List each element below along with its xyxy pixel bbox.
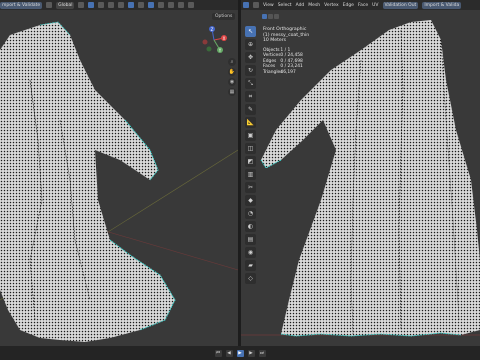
- knife-icon: ✂: [247, 184, 254, 191]
- cursor-icon: ⊕: [247, 41, 254, 48]
- jump-start-icon[interactable]: ⏮: [214, 349, 222, 357]
- rotate-icon: ↻: [247, 67, 254, 74]
- grid-icon[interactable]: ▦: [228, 88, 236, 96]
- statistics-overlay: Objects 1 / 1 Vertices 0 / 24,458 Edges …: [263, 48, 303, 75]
- select-mode-vertex-icon[interactable]: [262, 14, 267, 19]
- viewport-nav-buttons: ⌕ ✋ ◉ ▦: [228, 58, 236, 96]
- inset-icon: ◫: [247, 145, 254, 152]
- play-icon[interactable]: ▶: [236, 349, 244, 357]
- poly-build-tool[interactable]: ◆: [245, 195, 256, 206]
- viewport-info-text: Front Orthographic (1) messy_coat_thin 1…: [263, 27, 309, 44]
- prev-keyframe-icon[interactable]: ◀: [225, 349, 233, 357]
- transform-tool[interactable]: ⌗: [245, 91, 256, 102]
- tool-shelf: ↖ ⊕ ✥ ↻ ⤡ ⌗ ✎ 📐 ▣ ◫ ◩ ▥ ✂ ◆ ◔ ◐ ▤ ◉ ▰ ◇: [245, 26, 256, 284]
- stat-row: Triangles 46,197: [263, 69, 296, 75]
- extrude-icon: ▣: [247, 132, 254, 139]
- smooth-icon: ◐: [247, 223, 254, 230]
- measure-tool[interactable]: 📐: [245, 117, 256, 128]
- svg-text:Y: Y: [218, 48, 222, 53]
- playback-controls: ⏮ ◀ ▶ ▶ ⏭: [0, 346, 480, 360]
- bevel-icon: ◩: [247, 158, 254, 165]
- cursor-tool[interactable]: ⊕: [245, 39, 256, 50]
- loop-cut-icon: ▥: [247, 171, 254, 178]
- loop-cut-tool[interactable]: ▥: [245, 169, 256, 180]
- scale-icon: ⤡: [248, 80, 253, 87]
- left-3d-viewport[interactable]: mport & Validate Global X Z Y ⌕ ✋ ◉ ▦ Op…: [0, 0, 238, 346]
- annotate-tool[interactable]: ✎: [245, 104, 256, 115]
- zoom-icon[interactable]: ⌕: [228, 58, 236, 66]
- jump-end-icon[interactable]: ⏭: [258, 349, 266, 357]
- shrink-fatten-icon: ◉: [247, 249, 254, 256]
- scale-tool[interactable]: ⤡: [245, 78, 256, 89]
- move-tool[interactable]: ✥: [245, 52, 256, 63]
- rotate-tool[interactable]: ↻: [245, 65, 256, 76]
- edge-slide-tool[interactable]: ▤: [245, 234, 256, 245]
- transform-icon: ⌗: [248, 93, 253, 100]
- select-mode-buttons: [262, 14, 279, 19]
- smooth-tool[interactable]: ◐: [245, 221, 256, 232]
- knife-tool[interactable]: ✂: [245, 182, 256, 193]
- view-name: Front Orthographic: [263, 27, 307, 32]
- grid-scale: 10 Meters: [263, 38, 287, 44]
- select-box-tool[interactable]: ↖: [245, 26, 256, 37]
- navigation-gizmo[interactable]: X Z Y: [200, 26, 228, 54]
- coat-mesh-left: [0, 21, 176, 342]
- annotate-icon: ✎: [247, 106, 254, 113]
- shear-icon: ▰: [248, 262, 253, 269]
- select-mode-face-icon[interactable]: [274, 14, 279, 19]
- extrude-tool[interactable]: ▣: [245, 130, 256, 141]
- spin-tool[interactable]: ◔: [245, 208, 256, 219]
- svg-text:Z: Z: [211, 27, 214, 32]
- camera-icon[interactable]: ◉: [228, 78, 236, 86]
- spin-icon: ◔: [247, 210, 254, 217]
- select-box-icon: ↖: [247, 28, 254, 35]
- measure-icon: 📐: [246, 119, 255, 126]
- bevel-tool[interactable]: ◩: [245, 156, 256, 167]
- inset-tool[interactable]: ◫: [245, 143, 256, 154]
- move-icon: ✥: [247, 54, 254, 61]
- shear-tool[interactable]: ▰: [245, 260, 256, 271]
- select-mode-edge-icon[interactable]: [268, 14, 273, 19]
- edge-slide-icon: ▤: [247, 236, 254, 243]
- svg-text:X: X: [223, 36, 226, 41]
- poly-build-icon: ◆: [248, 197, 253, 204]
- rip-region-tool[interactable]: ◇: [245, 273, 256, 284]
- options-dropdown[interactable]: Options: [212, 13, 236, 20]
- rip-region-icon: ◇: [248, 275, 253, 282]
- next-keyframe-icon[interactable]: ▶: [247, 349, 255, 357]
- pan-hand-icon[interactable]: ✋: [228, 68, 236, 76]
- shrink-fatten-tool[interactable]: ◉: [245, 247, 256, 258]
